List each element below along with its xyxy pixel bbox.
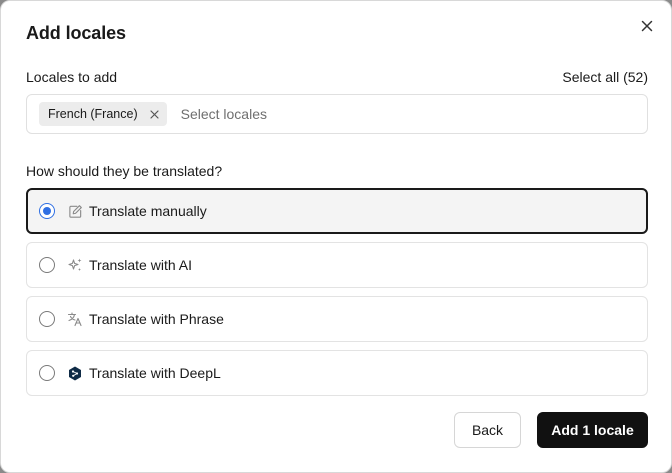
close-button[interactable] xyxy=(638,17,656,35)
option-translate-manually[interactable]: Translate manually xyxy=(26,188,648,234)
option-translate-with-phrase[interactable]: Translate with Phrase xyxy=(26,296,648,342)
radio-translate-with-ai[interactable] xyxy=(39,257,55,273)
locale-chip: French (France) xyxy=(39,102,167,126)
dialog-title: Add locales xyxy=(26,23,126,43)
option-label: Translate with AI xyxy=(89,257,192,273)
locale-multiselect[interactable]: French (France) xyxy=(26,94,648,134)
radio-translate-with-deepl[interactable] xyxy=(39,365,55,381)
add-locales-dialog: Add locales Locales to add Select all (5… xyxy=(0,0,672,473)
option-translate-with-deepl[interactable]: Translate with DeepL xyxy=(26,350,648,396)
radio-translate-with-phrase[interactable] xyxy=(39,311,55,327)
option-label: Translate with Phrase xyxy=(89,311,224,327)
add-locale-button[interactable]: Add 1 locale xyxy=(537,412,648,448)
option-label: Translate with DeepL xyxy=(89,365,221,381)
radio-translate-manually[interactable] xyxy=(39,203,55,219)
close-icon xyxy=(641,20,653,32)
option-label: Translate manually xyxy=(89,203,207,219)
pencil-icon xyxy=(67,203,83,219)
locale-chip-label: French (France) xyxy=(48,107,138,121)
select-locales-input[interactable] xyxy=(178,105,483,123)
translate-icon xyxy=(67,311,83,327)
deepl-icon xyxy=(67,365,83,381)
locales-label: Locales to add xyxy=(26,69,118,85)
select-all-link[interactable]: Select all (52) xyxy=(562,69,648,85)
option-translate-with-ai[interactable]: Translate with AI xyxy=(26,242,648,288)
back-button[interactable]: Back xyxy=(454,412,521,448)
x-icon xyxy=(150,109,159,119)
locales-label-row: Locales to add Select all (52) xyxy=(26,69,648,85)
translation-question: How should they be translated? xyxy=(26,163,223,179)
sparkles-icon xyxy=(67,257,83,273)
remove-locale-button[interactable] xyxy=(150,109,159,119)
